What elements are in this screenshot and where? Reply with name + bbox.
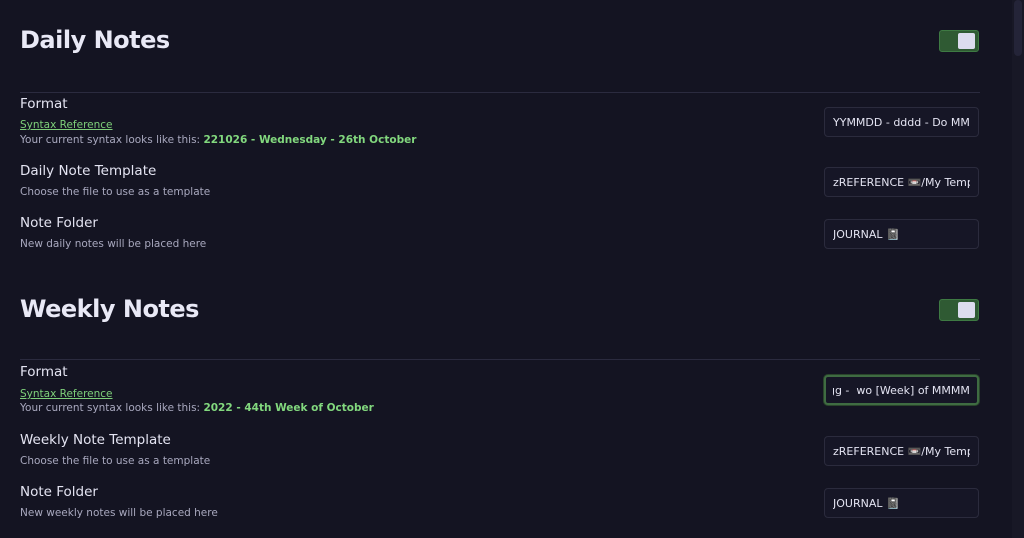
weekly-syntax-prefix: Your current syntax looks like this: (20, 402, 204, 414)
weekly-notes-heading: Weekly Notes (20, 295, 199, 323)
weekly-template-label: Weekly Note Template (20, 432, 171, 448)
daily-syntax-prefix: Your current syntax looks like this: (20, 134, 204, 146)
daily-syntax-preview: 221026 - Wednesday - 26th October (203, 134, 417, 146)
daily-template-description: Choose the file to use as a template (20, 186, 211, 198)
daily-format-label: Format (20, 96, 68, 112)
scrollbar[interactable] (1012, 0, 1024, 538)
daily-notes-heading: Daily Notes (20, 26, 170, 54)
scrollbar-thumb[interactable] (1014, 0, 1022, 56)
weekly-folder-input[interactable] (824, 488, 979, 518)
weekly-format-input[interactable] (824, 375, 979, 405)
toggle-knob (958, 302, 975, 318)
weekly-folder-label: Note Folder (20, 484, 98, 500)
weekly-template-description: Choose the file to use as a template (20, 455, 211, 467)
toggle-knob (958, 33, 975, 49)
weekly-folder-description: New weekly notes will be placed here (20, 507, 218, 519)
periodic-notes-settings: Daily Notes Format Syntax Reference Your… (0, 0, 1024, 538)
daily-template-label: Daily Note Template (20, 163, 157, 179)
daily-notes-toggle[interactable] (939, 30, 979, 52)
daily-syntax-description: Your current syntax looks like this: 221… (20, 134, 416, 146)
weekly-syntax-reference-link[interactable]: Syntax Reference (20, 388, 113, 400)
daily-folder-description: New daily notes will be placed here (20, 238, 207, 250)
divider (20, 92, 980, 93)
daily-folder-input[interactable] (824, 219, 979, 249)
weekly-template-input[interactable] (824, 436, 979, 466)
divider (20, 359, 980, 360)
weekly-format-label: Format (20, 364, 68, 380)
weekly-notes-toggle[interactable] (939, 299, 979, 321)
daily-folder-label: Note Folder (20, 215, 98, 231)
daily-syntax-reference-link[interactable]: Syntax Reference (20, 119, 113, 131)
weekly-syntax-description: Your current syntax looks like this: 202… (20, 402, 374, 414)
weekly-syntax-preview: 2022 - 44th Week of October (203, 402, 374, 414)
daily-template-input[interactable] (824, 167, 979, 197)
daily-format-input[interactable] (824, 107, 979, 137)
